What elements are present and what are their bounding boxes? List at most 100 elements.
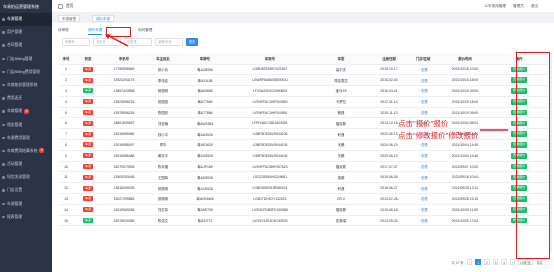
sidebar-item[interactable]: 佣金管理 [0, 119, 52, 132]
cell-plate: 粤A9S705 [180, 204, 230, 216]
cell-time: 2021/09/28 12:11 [440, 182, 490, 195]
view-store-link[interactable]: 查看 [418, 197, 428, 201]
view-store-link[interactable]: 查看 [418, 176, 428, 180]
view-store-link[interactable]: 查看 [418, 68, 428, 72]
cell-no: 5 [58, 107, 74, 119]
sidebar-item[interactable]: 费用返还 [0, 92, 52, 105]
cell-no: 7 [58, 128, 74, 141]
sidebar-item[interactable]: 门店设置 [0, 184, 52, 197]
view-store-link[interactable]: 查看 [418, 208, 428, 212]
search-button[interactable]: 搜索 [186, 38, 198, 46]
cell-date: 2016-03-21 [372, 85, 406, 97]
column-header: 状态 [74, 53, 102, 65]
sidebar-item[interactable]: 车源管理 [0, 198, 52, 211]
status-badge: 车源 [83, 77, 93, 83]
page-size-select[interactable]: 15条/页 [517, 259, 533, 265]
cell-plate: 粤AE3630 [180, 139, 230, 151]
status-badge: 车源 [83, 153, 93, 159]
table-row: 4 车源 13923996231 张国强 粤A77565 LVSHFFAC4HF00089… [58, 96, 548, 108]
cell-model: 昂克赛拉 [310, 74, 372, 87]
user-name[interactable]: 11车常用管理 [484, 4, 506, 8]
cell-status: 车源 [74, 204, 102, 216]
sidebar-item-label: 车商管理 [7, 109, 23, 114]
status-badge: 车源 [83, 66, 93, 72]
page-3[interactable]: 3 [492, 259, 499, 265]
sidebar-item[interactable]: 门店Billing费用管理 [0, 66, 52, 79]
pagination: 共 47 条 ‹ 1 2 3 4 › 15条/页 前往 [449, 259, 544, 266]
menu-toggle-icon[interactable] [58, 4, 63, 9]
page-1[interactable]: 1 [475, 259, 482, 265]
user-role[interactable]: 管理员 [513, 4, 524, 8]
subtab-inquiry[interactable]: 询问管理 [138, 26, 152, 34]
cell-phone: 13027299882 [102, 193, 146, 205]
cell-vin: LVSHFFAC4HF000891 [230, 107, 310, 119]
sidebar-item[interactable]: 车商费用结算系统 8 [0, 145, 52, 158]
sidebar-item[interactable]: 车商账务管理系统 [0, 79, 52, 92]
status-badge: 车源 [83, 196, 93, 202]
cell-vin: LVSHFFAC8HF057623 [230, 161, 310, 173]
cell-no: 4 [58, 96, 74, 108]
cell-date: 2019-11-13 [372, 107, 406, 119]
cell-date: 2013-09-20 [372, 215, 406, 227]
view-store-link[interactable]: 查看 [418, 187, 428, 191]
cell-phone: 13016969480 [102, 128, 146, 141]
cell-time: 2021/10/19 09:00 [440, 107, 490, 119]
sidebar-item[interactable]: 合同管理 [0, 39, 52, 52]
tab-price-adjust[interactable]: 调价车源 [92, 15, 114, 22]
view-store-link[interactable]: 查看 [418, 165, 428, 169]
scrollbar[interactable] [550, 53, 552, 253]
page-4[interactable]: 4 [501, 259, 508, 265]
home-link[interactable]: 首页 [66, 4, 74, 9]
column-header: 车主姓名 [146, 53, 180, 65]
sidebar-item[interactable]: 报表管理 [0, 211, 52, 224]
cell-plate: 粤A3G526 [180, 150, 230, 162]
sidebar-item-label: 车商费用结算系统 [7, 148, 38, 153]
cell-model: 卡罗拉 [310, 96, 372, 108]
logout-link[interactable]: 退出 [531, 4, 538, 8]
sidebar-item-label: 短信发送管理 [7, 175, 30, 180]
sidebar-item[interactable]: 用户管理 [0, 26, 52, 39]
next-page-button[interactable]: › [509, 259, 516, 265]
view-store-link[interactable]: 查看 [418, 111, 428, 115]
cell-no: 2 [58, 74, 74, 87]
cell-phone: 13909253448 [102, 171, 146, 184]
cell-no: 1 [58, 64, 74, 76]
sidebar-item[interactable]: 短信发送管理 [0, 171, 52, 184]
sidebar-item[interactable]: 车源费用管理 [0, 132, 52, 145]
sidebar-item[interactable]: 门店Billing管理 [0, 53, 52, 66]
table-header: 序号 状态 手机号 车主姓名 车牌号 车架号 车型 注册日期 门店/区域 报价时间 操作 [58, 53, 548, 65]
sidebar-item[interactable]: 车商管理 8 [0, 105, 52, 118]
tab-vehicle-source[interactable]: 车源管理 [58, 15, 80, 22]
view-store-link[interactable]: 查看 [418, 100, 428, 104]
view-store-link[interactable]: 查看 [418, 143, 428, 147]
cell-store: 查看 [406, 96, 440, 108]
sidebar-item[interactable]: 活动管理 [0, 158, 52, 171]
status-badge: 车源 [83, 218, 93, 224]
table-row: 12 车源 13818269025 张振明 粤A2U528 LGBD5DE08JR0800… [58, 182, 548, 195]
user-area: 11车常用管理 管理员 退出 [478, 4, 538, 9]
menu-item-icon [2, 83, 5, 87]
table-row: 8 车源 13016988497 郑华 粤AE3630 LGBF5DE05LR044105… [58, 139, 548, 151]
menu-item-icon [2, 163, 5, 166]
prev-page-button[interactable]: ‹ [467, 259, 473, 265]
sidebar-item-label: 车源管理 [7, 201, 23, 206]
view-store-link[interactable]: 查看 [418, 219, 428, 223]
subtab-pending[interactable]: 待审核 [58, 26, 69, 34]
cell-vin: LGBF5DE05LR044105 [230, 150, 310, 162]
subtab-price-adjust[interactable]: 调价车源 [88, 26, 103, 35]
cell-no: 10 [58, 161, 74, 173]
sidebar-item-label: 门店Billing管理 [7, 56, 33, 61]
cell-plate: 粤AJP189 [180, 161, 230, 173]
view-store-link[interactable]: 查看 [418, 79, 428, 83]
plate-input[interactable]: 车牌号 [62, 38, 90, 46]
view-store-link[interactable]: 查看 [418, 89, 428, 93]
cell-no: 13 [58, 193, 74, 205]
sidebar-item[interactable]: 车源管理 [0, 13, 52, 27]
cell-vin: LFV3A23C0G3000603 [230, 85, 310, 97]
menu-item-icon [2, 70, 5, 74]
page-2[interactable]: 2 [483, 259, 490, 265]
cell-date: 2020-06-19 [372, 139, 406, 151]
cell-store: 查看 [406, 171, 440, 184]
brand-input[interactable]: 品牌/车系 [155, 38, 183, 46]
view-store-link[interactable]: 查看 [418, 154, 428, 158]
